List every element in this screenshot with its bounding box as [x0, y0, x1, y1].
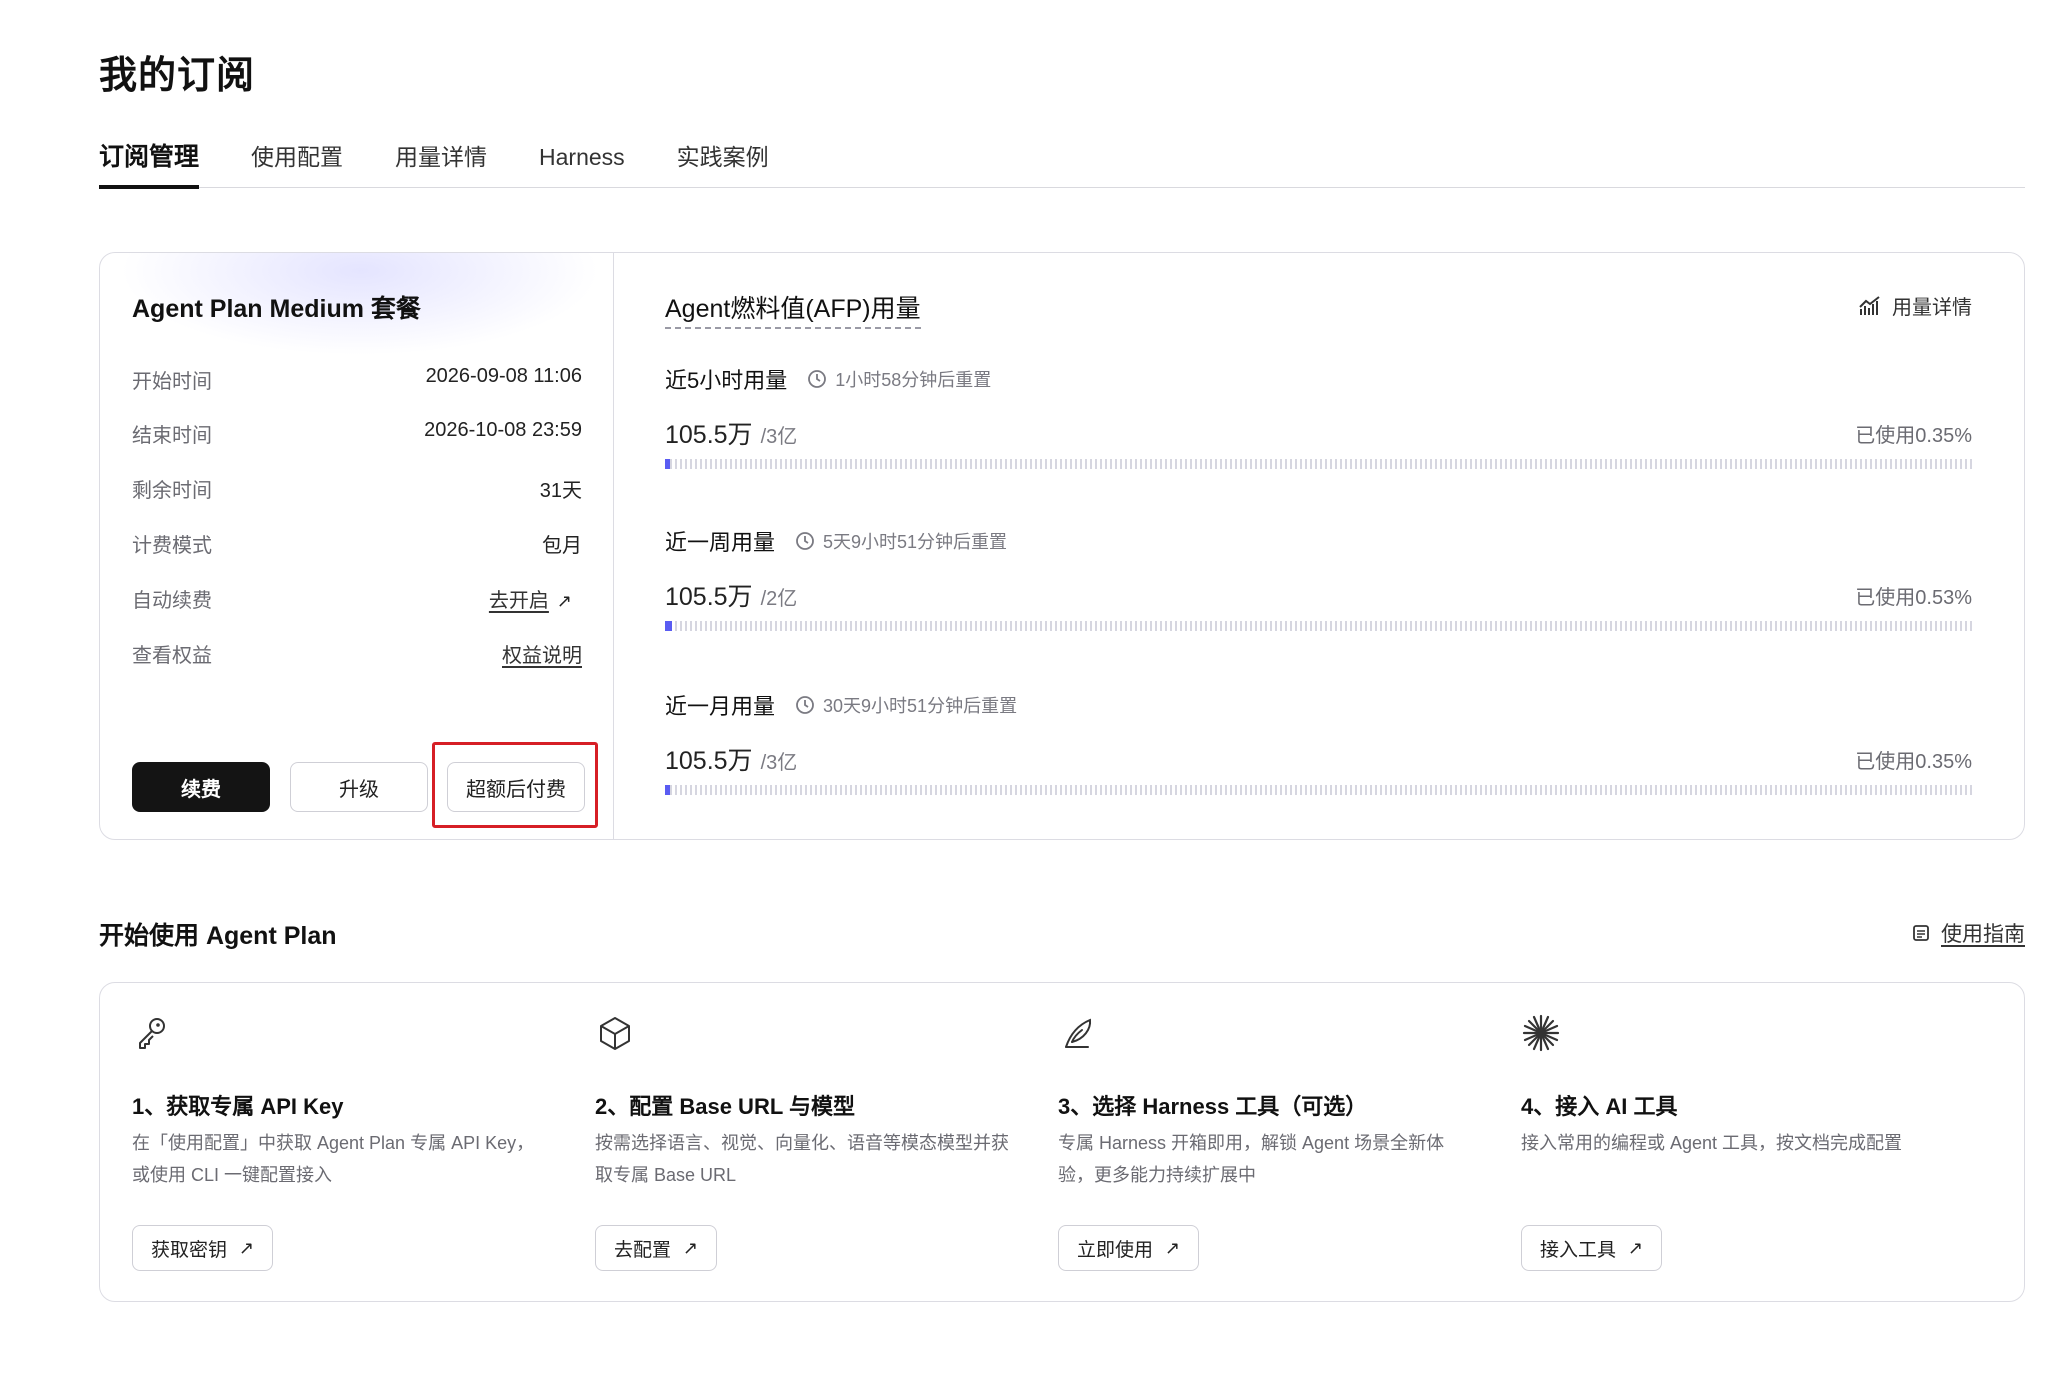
- button-label: 接入工具: [1540, 1239, 1617, 1261]
- usage-label: 近一周用量: [665, 530, 776, 555]
- button-label: 立即使用: [1077, 1239, 1154, 1261]
- section-title: 开始使用 Agent Plan: [99, 922, 337, 950]
- arrow-up-right-icon: ↗: [683, 1237, 699, 1258]
- tab-bar: 订阅管理 使用配置 用量详情 Harness 实践案例: [99, 136, 2025, 189]
- tab-subscription-management[interactable]: 订阅管理: [99, 136, 200, 189]
- page-title: 我的订阅: [99, 55, 256, 97]
- usage-progress-bar: [665, 621, 1972, 631]
- step-title: 3、选择 Harness 工具（可选）: [1058, 1094, 1368, 1119]
- step-title: 4、接入 AI 工具: [1521, 1094, 1678, 1119]
- info-row-end-time: 结束时间 2026-10-08 23:59: [132, 419, 582, 449]
- info-value: 包月: [542, 535, 582, 557]
- reset-text: 5天9小时51分钟后重置: [823, 532, 1008, 552]
- usage-label: 近5小时用量: [665, 368, 788, 393]
- clock-icon: [796, 532, 814, 550]
- info-label: 开始时间: [132, 371, 212, 393]
- use-now-button[interactable]: 立即使用 ↗: [1058, 1225, 1200, 1271]
- usage-guide-label: 使用指南: [1941, 923, 2025, 946]
- usage-guide-link[interactable]: 使用指南: [1911, 918, 2025, 948]
- arrow-up-right-icon: ↗: [1628, 1237, 1644, 1258]
- step-description: 接入常用的编程或 Agent 工具，按文档完成配置: [1521, 1133, 1903, 1153]
- step-title: 1、获取专属 API Key: [132, 1094, 344, 1119]
- usage-progress-bar: [665, 459, 1972, 469]
- info-value: 31天: [539, 480, 582, 502]
- info-label: 自动续费: [132, 590, 212, 612]
- info-label: 剩余时间: [132, 480, 212, 502]
- step-connect-ai-tools: 4、接入 AI 工具 接入常用的编程或 Agent 工具，按文档完成配置 接入工…: [1489, 983, 1929, 1301]
- usage-progress-fill: [665, 785, 670, 795]
- step-description: 专属 Harness 开箱即用，解锁 Agent 场景全新体验，更多能力持续扩展…: [1058, 1133, 1445, 1185]
- button-label: 获取密钥: [151, 1239, 228, 1261]
- cube-icon: [600, 1017, 630, 1050]
- usage-total: /2亿: [760, 588, 798, 610]
- arrow-up-right-icon: ↗: [239, 1237, 255, 1258]
- usage-title: Agent燃料值(AFP)用量: [665, 289, 921, 329]
- info-row-remaining-time: 剩余时间 31天: [132, 474, 582, 504]
- clock-icon: [796, 696, 814, 714]
- tab-harness[interactable]: Harness: [539, 136, 625, 188]
- tab-usage-details[interactable]: 用量详情: [395, 136, 487, 188]
- sparkle-icon: [1522, 1014, 1560, 1052]
- step-description: 在「使用配置」中获取 Agent Plan 专属 API Key，或使用 CLI…: [132, 1133, 535, 1185]
- reset-text: 1小时58分钟后重置: [835, 370, 992, 390]
- auto-renew-link-label: 去开启: [488, 590, 549, 612]
- usage-progress-bar: [665, 785, 1972, 795]
- usage-details-link[interactable]: 用量详情: [1858, 291, 1972, 320]
- usage-label: 近一月用量: [665, 694, 776, 719]
- usage-block-week: 近一周用量 5天9小时51分钟后重置 105.5万/2亿 已使用0.53%: [665, 525, 1972, 645]
- plan-panel: Agent Plan Medium 套餐 开始时间 2026-09-08 11:…: [100, 253, 614, 839]
- arrow-up-right-icon: ↗: [1165, 1237, 1181, 1258]
- usage-total: /3亿: [760, 752, 798, 774]
- get-key-button[interactable]: 获取密钥 ↗: [132, 1225, 274, 1271]
- info-value: 2026-09-08 11:06: [425, 365, 582, 387]
- step-select-harness: 3、选择 Harness 工具（可选） 专属 Harness 开箱即用，解锁 A…: [1026, 983, 1466, 1301]
- step-configure-base-url: 2、配置 Base URL 与模型 按需选择语言、视觉、向量化、语音等模态模型并…: [563, 983, 1009, 1301]
- subscription-card: Agent Plan Medium 套餐 开始时间 2026-09-08 11:…: [99, 252, 2025, 840]
- renew-button[interactable]: 续费: [132, 762, 270, 812]
- usage-progress-fill: [665, 459, 670, 469]
- tab-usage-config[interactable]: 使用配置: [251, 136, 343, 188]
- usage-amount: 105.5万: [665, 747, 753, 775]
- info-row-benefits: 查看权益 权益说明: [132, 639, 582, 669]
- usage-percent: 已使用0.53%: [1855, 587, 1972, 609]
- step-get-api-key: 1、获取专属 API Key 在「使用配置」中获取 Agent Plan 专属 …: [100, 983, 540, 1301]
- usage-percent: 已使用0.35%: [1855, 425, 1972, 447]
- upgrade-button[interactable]: 升级: [290, 762, 428, 812]
- usage-amount: 105.5万: [665, 421, 753, 449]
- connect-tools-button[interactable]: 接入工具 ↗: [1521, 1225, 1663, 1271]
- clock-icon: [808, 370, 827, 388]
- steps-card: 1、获取专属 API Key 在「使用配置」中获取 Agent Plan 专属 …: [99, 982, 2025, 1302]
- info-value: 2026-10-08 23:59: [424, 419, 582, 441]
- arrow-up-right-icon: ↗: [556, 591, 572, 611]
- button-label: 去配置: [614, 1239, 672, 1261]
- highlight-box: [432, 742, 598, 828]
- usage-total: /3亿: [760, 426, 798, 448]
- usage-amount: 105.5万: [665, 583, 753, 611]
- usage-details-label: 用量详情: [1892, 297, 1972, 319]
- chart-icon: [1859, 295, 1880, 315]
- info-label: 计费模式: [132, 535, 212, 557]
- key-icon: [139, 1018, 165, 1049]
- usage-progress-fill: [665, 621, 672, 631]
- usage-percent: 已使用0.35%: [1855, 751, 1972, 773]
- step-title: 2、配置 Base URL 与模型: [595, 1094, 855, 1119]
- usage-panel: Agent燃料值(AFP)用量 用量详情 近5小时用量 1小时58分钟后重置 1…: [615, 253, 2024, 839]
- info-label: 结束时间: [132, 425, 212, 447]
- benefits-link[interactable]: 权益说明: [502, 639, 582, 668]
- usage-block-5h: 近5小时用量 1小时58分钟后重置 105.5万/3亿 已使用0.35%: [665, 363, 1972, 483]
- document-icon: [1913, 925, 1929, 941]
- reset-text: 30天9小时51分钟后重置: [823, 696, 1018, 716]
- info-row-start-time: 开始时间 2026-09-08 11:06: [132, 365, 582, 395]
- configure-button[interactable]: 去配置 ↗: [595, 1225, 718, 1271]
- info-row-billing-mode: 计费模式 包月: [132, 529, 582, 559]
- info-label: 查看权益: [132, 645, 212, 667]
- step-description: 按需选择语言、视觉、向量化、语音等模态模型并获取专属 Base URL: [595, 1133, 1009, 1185]
- auto-renew-link[interactable]: 去开启 ↗: [489, 584, 572, 613]
- tab-practice-cases[interactable]: 实践案例: [677, 136, 769, 188]
- plan-name: Agent Plan Medium 套餐: [132, 295, 421, 323]
- info-row-auto-renew: 自动续费 去开启 ↗: [132, 584, 582, 614]
- usage-block-month: 近一月用量 30天9小时51分钟后重置 105.5万/3亿 已使用0.35%: [665, 689, 1972, 809]
- feather-icon: [1065, 1018, 1092, 1048]
